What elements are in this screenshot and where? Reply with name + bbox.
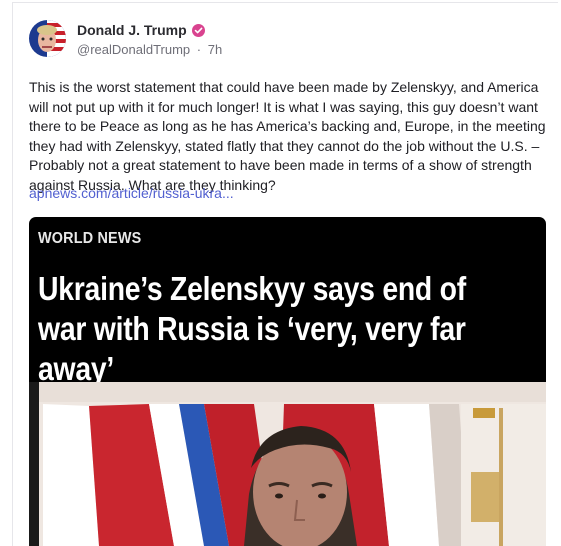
preview-photo	[29, 382, 546, 546]
verified-badge-icon	[191, 23, 205, 37]
avatar[interactable]	[29, 20, 66, 57]
link-preview-card[interactable]: WORLD NEWS Ukraine’s Zelenskyy says end …	[29, 217, 546, 546]
preview-headline: Ukraine’s Zelenskyy says end of war with…	[38, 270, 466, 387]
meta-separator: ·	[196, 42, 202, 57]
handle[interactable]: @realDonaldTrump	[77, 42, 190, 57]
author-name-row[interactable]: Donald J. Trump	[77, 22, 205, 38]
author-name[interactable]: Donald J. Trump	[77, 22, 187, 38]
post-body: This is the worst statement that could h…	[29, 79, 546, 193]
post-meta: @realDonaldTrump · 7h	[77, 42, 222, 57]
preview-section-label: WORLD NEWS	[38, 230, 142, 247]
article-link[interactable]: apnews.com/article/russia-ukra...	[29, 185, 234, 201]
timestamp[interactable]: 7h	[208, 42, 222, 57]
